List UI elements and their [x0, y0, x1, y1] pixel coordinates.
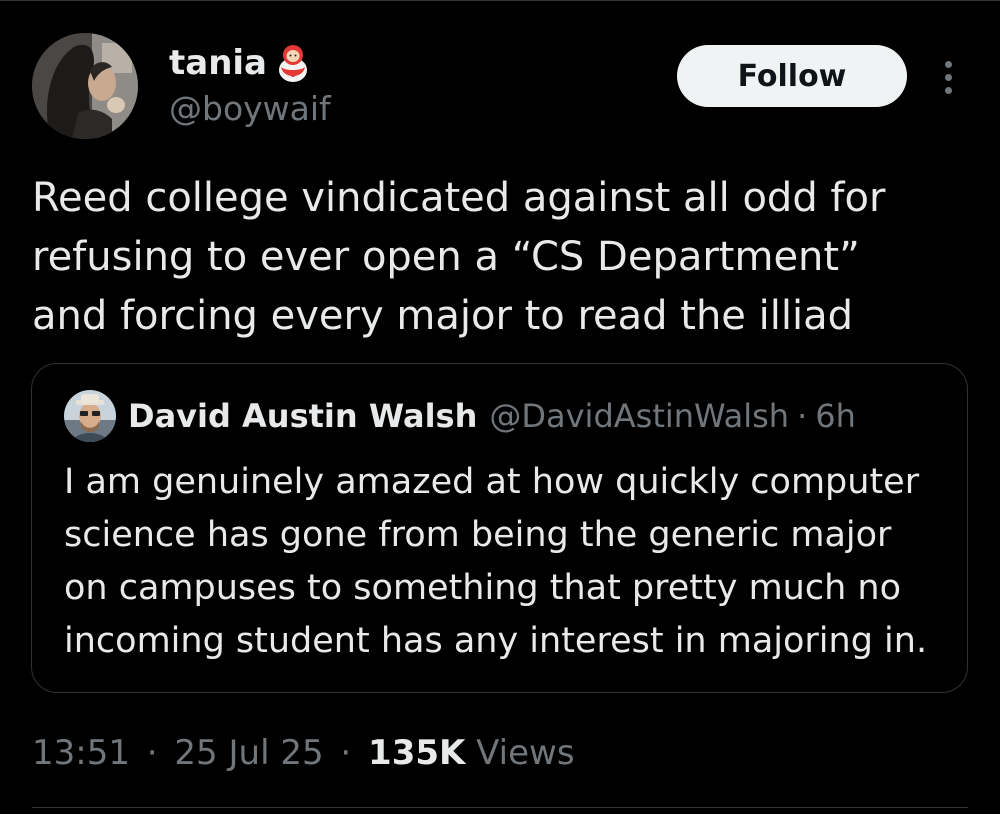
quote-separator: ·: [797, 397, 808, 435]
follow-button[interactable]: Follow: [677, 45, 907, 107]
meta-separator: ·: [146, 733, 158, 773]
views-count[interactable]: 135K: [368, 733, 465, 773]
more-dot: [944, 73, 952, 81]
views-label: Views: [476, 733, 575, 773]
tweet-text: Reed college vindicated against all odd …: [32, 175, 886, 339]
more-options-icon[interactable]: [930, 55, 966, 99]
divider: [32, 807, 968, 808]
quoted-tweet[interactable]: David Austin Walsh @DavidAstinWalsh · 6h…: [31, 363, 968, 693]
quote-avatar[interactable]: [64, 390, 116, 442]
quote-header: David Austin Walsh @DavidAstinWalsh · 6h: [64, 390, 856, 442]
author-handle[interactable]: @boywaif: [169, 87, 331, 131]
meta-separator: ·: [340, 733, 352, 773]
quote-handle[interactable]: @DavidAstinWalsh: [489, 397, 789, 435]
quote-text: I am genuinely amazed at how quickly com…: [64, 462, 928, 661]
quote-timestamp[interactable]: 6h: [815, 397, 856, 435]
tweet-date[interactable]: 25 Jul 25: [174, 733, 323, 773]
display-name-row[interactable]: tania: [169, 43, 331, 83]
display-name[interactable]: tania: [169, 43, 267, 83]
tweet-meta: 13:51 · 25 Jul 25 · 135K Views: [32, 729, 575, 777]
more-dot: [944, 60, 952, 68]
avatar-photo: [32, 33, 138, 139]
matryoshka-doll-icon: [275, 43, 311, 83]
tweet: tania @boywaif Follow Reed college vindi…: [0, 0, 1000, 814]
quote-display-name[interactable]: David Austin Walsh: [128, 397, 477, 435]
avatar[interactable]: [32, 33, 138, 139]
tweet-time[interactable]: 13:51: [32, 733, 130, 773]
tweet-header: tania @boywaif Follow: [32, 33, 968, 143]
more-dot: [944, 86, 952, 94]
author-block: tania @boywaif: [169, 43, 331, 131]
